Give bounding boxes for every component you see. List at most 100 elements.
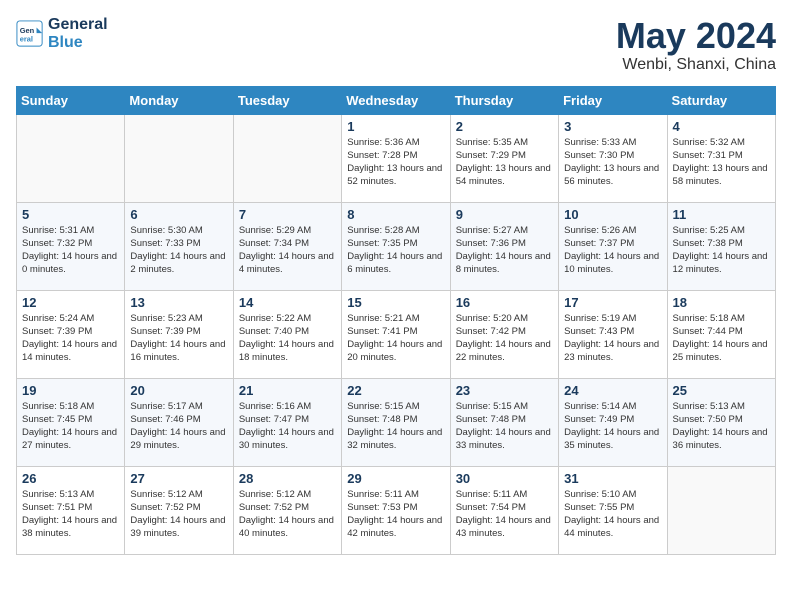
day-number: 27 xyxy=(130,471,227,486)
calendar-cell: 14 Sunrise: 5:22 AMSunset: 7:40 PMDayligh… xyxy=(233,290,341,378)
calendar-cell: 21 Sunrise: 5:16 AMSunset: 7:47 PMDayligh… xyxy=(233,378,341,466)
day-info: Sunrise: 5:15 AMSunset: 7:48 PMDaylight:… xyxy=(456,400,553,453)
day-number: 22 xyxy=(347,383,444,398)
calendar-cell: 2 Sunrise: 5:35 AMSunset: 7:29 PMDaylight… xyxy=(450,114,558,202)
day-number: 24 xyxy=(564,383,661,398)
calendar-cell: 12 Sunrise: 5:24 AMSunset: 7:39 PMDayligh… xyxy=(17,290,125,378)
week-row-4: 19 Sunrise: 5:18 AMSunset: 7:45 PMDayligh… xyxy=(17,378,776,466)
weekday-header-thursday: Thursday xyxy=(450,86,558,114)
calendar-cell xyxy=(17,114,125,202)
day-info: Sunrise: 5:27 AMSunset: 7:36 PMDaylight:… xyxy=(456,224,553,277)
calendar-cell: 10 Sunrise: 5:26 AMSunset: 7:37 PMDayligh… xyxy=(559,202,667,290)
day-number: 29 xyxy=(347,471,444,486)
day-info: Sunrise: 5:12 AMSunset: 7:52 PMDaylight:… xyxy=(239,488,336,541)
day-number: 30 xyxy=(456,471,553,486)
calendar-cell xyxy=(125,114,233,202)
weekday-header-saturday: Saturday xyxy=(667,86,775,114)
day-info: Sunrise: 5:21 AMSunset: 7:41 PMDaylight:… xyxy=(347,312,444,365)
weekday-header-monday: Monday xyxy=(125,86,233,114)
day-info: Sunrise: 5:23 AMSunset: 7:39 PMDaylight:… xyxy=(130,312,227,365)
calendar-cell: 5Sunrise: 5:31 AMSunset: 7:32 PMDaylight… xyxy=(17,202,125,290)
svg-text:eral: eral xyxy=(20,34,33,43)
logo-text-line2: Blue xyxy=(48,34,108,52)
calendar-cell: 22 Sunrise: 5:15 AMSunset: 7:48 PMDayligh… xyxy=(342,378,450,466)
day-number: 12 xyxy=(22,295,119,310)
calendar-cell: 18 Sunrise: 5:18 AMSunset: 7:44 PMDayligh… xyxy=(667,290,775,378)
day-number: 26 xyxy=(22,471,119,486)
day-info: Sunrise: 5:15 AMSunset: 7:48 PMDaylight:… xyxy=(347,400,444,453)
calendar-cell: 16 Sunrise: 5:20 AMSunset: 7:42 PMDayligh… xyxy=(450,290,558,378)
calendar-cell: 24 Sunrise: 5:14 AMSunset: 7:49 PMDayligh… xyxy=(559,378,667,466)
calendar-cell: 29Sunrise: 5:11 AMSunset: 7:53 PMDayligh… xyxy=(342,466,450,554)
calendar-cell: 23Sunrise: 5:15 AMSunset: 7:48 PMDayligh… xyxy=(450,378,558,466)
calendar-cell: 15 Sunrise: 5:21 AMSunset: 7:41 PMDayligh… xyxy=(342,290,450,378)
calendar-cell xyxy=(233,114,341,202)
day-number: 3 xyxy=(564,119,661,134)
day-number: 6 xyxy=(130,207,227,222)
calendar-cell: 13 Sunrise: 5:23 AMSunset: 7:39 PMDayligh… xyxy=(125,290,233,378)
calendar-cell: 31 Sunrise: 5:10 AMSunset: 7:55 PMDayligh… xyxy=(559,466,667,554)
weekday-header-row: SundayMondayTuesdayWednesdayThursdayFrid… xyxy=(17,86,776,114)
day-info: Sunrise: 5:24 AMSunset: 7:39 PMDaylight:… xyxy=(22,312,119,365)
calendar-cell: 30 Sunrise: 5:11 AMSunset: 7:54 PMDayligh… xyxy=(450,466,558,554)
calendar-cell: 26Sunrise: 5:13 AMSunset: 7:51 PMDayligh… xyxy=(17,466,125,554)
day-info: Sunrise: 5:31 AMSunset: 7:32 PMDaylight:… xyxy=(22,224,119,277)
calendar-cell: 28 Sunrise: 5:12 AMSunset: 7:52 PMDayligh… xyxy=(233,466,341,554)
calendar-cell: 6 Sunrise: 5:30 AMSunset: 7:33 PMDaylight… xyxy=(125,202,233,290)
day-number: 16 xyxy=(456,295,553,310)
calendar-cell: 20Sunrise: 5:17 AMSunset: 7:46 PMDayligh… xyxy=(125,378,233,466)
day-info: Sunrise: 5:35 AMSunset: 7:29 PMDaylight:… xyxy=(456,136,553,189)
title-block: May 2024 Wenbi, Shanxi, China xyxy=(616,16,776,74)
calendar-cell: 3 Sunrise: 5:33 AMSunset: 7:30 PMDaylight… xyxy=(559,114,667,202)
day-number: 11 xyxy=(673,207,770,222)
day-number: 17 xyxy=(564,295,661,310)
week-row-3: 12 Sunrise: 5:24 AMSunset: 7:39 PMDayligh… xyxy=(17,290,776,378)
calendar-cell xyxy=(667,466,775,554)
day-info: Sunrise: 5:25 AMSunset: 7:38 PMDaylight:… xyxy=(673,224,770,277)
day-number: 31 xyxy=(564,471,661,486)
calendar-cell: 1 Sunrise: 5:36 AMSunset: 7:28 PMDaylight… xyxy=(342,114,450,202)
month-title: May 2024 xyxy=(616,16,776,56)
calendar-cell: 27 Sunrise: 5:12 AMSunset: 7:52 PMDayligh… xyxy=(125,466,233,554)
logo: Gen eral General Blue xyxy=(16,16,108,51)
location: Wenbi, Shanxi, China xyxy=(616,56,776,74)
calendar-cell: 9Sunrise: 5:27 AMSunset: 7:36 PMDaylight… xyxy=(450,202,558,290)
day-info: Sunrise: 5:11 AMSunset: 7:54 PMDaylight:… xyxy=(456,488,553,541)
calendar-table: SundayMondayTuesdayWednesdayThursdayFrid… xyxy=(16,86,776,555)
day-info: Sunrise: 5:33 AMSunset: 7:30 PMDaylight:… xyxy=(564,136,661,189)
day-number: 15 xyxy=(347,295,444,310)
calendar-cell: 4 Sunrise: 5:32 AMSunset: 7:31 PMDaylight… xyxy=(667,114,775,202)
day-number: 18 xyxy=(673,295,770,310)
day-info: Sunrise: 5:13 AMSunset: 7:50 PMDaylight:… xyxy=(673,400,770,453)
day-number: 14 xyxy=(239,295,336,310)
day-number: 25 xyxy=(673,383,770,398)
day-info: Sunrise: 5:19 AMSunset: 7:43 PMDaylight:… xyxy=(564,312,661,365)
day-info: Sunrise: 5:28 AMSunset: 7:35 PMDaylight:… xyxy=(347,224,444,277)
day-info: Sunrise: 5:20 AMSunset: 7:42 PMDaylight:… xyxy=(456,312,553,365)
day-info: Sunrise: 5:30 AMSunset: 7:33 PMDaylight:… xyxy=(130,224,227,277)
day-number: 28 xyxy=(239,471,336,486)
calendar-cell: 11 Sunrise: 5:25 AMSunset: 7:38 PMDayligh… xyxy=(667,202,775,290)
day-number: 13 xyxy=(130,295,227,310)
logo-text-line1: General xyxy=(48,16,108,34)
day-number: 1 xyxy=(347,119,444,134)
day-number: 2 xyxy=(456,119,553,134)
day-info: Sunrise: 5:10 AMSunset: 7:55 PMDaylight:… xyxy=(564,488,661,541)
day-info: Sunrise: 5:36 AMSunset: 7:28 PMDaylight:… xyxy=(347,136,444,189)
day-number: 10 xyxy=(564,207,661,222)
calendar-cell: 8Sunrise: 5:28 AMSunset: 7:35 PMDaylight… xyxy=(342,202,450,290)
day-info: Sunrise: 5:32 AMSunset: 7:31 PMDaylight:… xyxy=(673,136,770,189)
day-info: Sunrise: 5:17 AMSunset: 7:46 PMDaylight:… xyxy=(130,400,227,453)
week-row-1: 1 Sunrise: 5:36 AMSunset: 7:28 PMDaylight… xyxy=(17,114,776,202)
day-info: Sunrise: 5:22 AMSunset: 7:40 PMDaylight:… xyxy=(239,312,336,365)
day-info: Sunrise: 5:14 AMSunset: 7:49 PMDaylight:… xyxy=(564,400,661,453)
day-info: Sunrise: 5:18 AMSunset: 7:45 PMDaylight:… xyxy=(22,400,119,453)
day-info: Sunrise: 5:18 AMSunset: 7:44 PMDaylight:… xyxy=(673,312,770,365)
day-info: Sunrise: 5:12 AMSunset: 7:52 PMDaylight:… xyxy=(130,488,227,541)
day-number: 21 xyxy=(239,383,336,398)
day-info: Sunrise: 5:16 AMSunset: 7:47 PMDaylight:… xyxy=(239,400,336,453)
calendar-cell: 25 Sunrise: 5:13 AMSunset: 7:50 PMDayligh… xyxy=(667,378,775,466)
day-number: 4 xyxy=(673,119,770,134)
day-number: 19 xyxy=(22,383,119,398)
day-info: Sunrise: 5:26 AMSunset: 7:37 PMDaylight:… xyxy=(564,224,661,277)
